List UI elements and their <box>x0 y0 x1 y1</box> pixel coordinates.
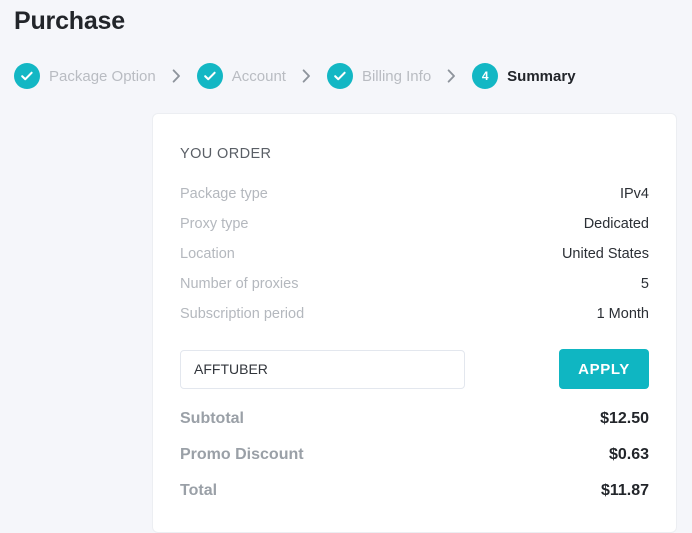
order-label: Package type <box>180 186 268 202</box>
chevron-right-icon <box>447 69 456 83</box>
order-label: Subscription period <box>180 306 305 322</box>
order-value: 5 <box>640 276 649 292</box>
order-summary-card: YOU ORDER Package type IPv4 Proxy type D… <box>152 113 677 533</box>
step-label-package-option: Package Option <box>49 67 156 85</box>
order-value: IPv4 <box>619 186 649 202</box>
step-number: 4 <box>481 69 489 83</box>
chevron-right-icon <box>302 69 311 83</box>
total-row-total: Total $11.87 <box>180 473 649 509</box>
step-label-summary: Summary <box>507 67 576 85</box>
order-label: Number of proxies <box>180 276 299 292</box>
order-row-proxy-type: Proxy type Dedicated <box>180 209 649 239</box>
order-summary-heading: YOU ORDER <box>180 146 272 162</box>
total-row-subtotal: Subtotal $12.50 <box>180 401 649 437</box>
total-label: Total <box>180 482 218 499</box>
step-label-account: Account <box>231 67 286 85</box>
order-label: Location <box>180 246 235 262</box>
page-title: Purchase <box>14 7 125 35</box>
order-row-number-of-proxies: Number of proxies 5 <box>180 269 649 299</box>
step-summary[interactable]: 4 Summary <box>472 62 576 90</box>
total-value: $11.87 <box>600 482 649 499</box>
step-account[interactable]: Account <box>196 62 286 90</box>
step-label-billing-info: Billing Info <box>361 67 432 85</box>
step-package-option[interactable]: Package Option <box>14 62 156 90</box>
order-value: 1 Month <box>596 306 649 322</box>
total-value: $12.50 <box>600 410 649 427</box>
total-label: Subtotal <box>180 410 244 427</box>
order-details-list: Package type IPv4 Proxy type Dedicated L… <box>180 179 649 329</box>
check-circle-icon <box>196 63 223 89</box>
order-row-subscription-period: Subscription period 1 Month <box>180 299 649 329</box>
order-row-location: Location United States <box>180 239 649 269</box>
apply-promo-button[interactable]: APPLY <box>559 349 649 389</box>
order-value: United States <box>561 246 649 262</box>
order-label: Proxy type <box>180 216 249 232</box>
total-label: Promo Discount <box>180 446 304 463</box>
purchase-page: Purchase Package Option Account Billing … <box>0 0 692 533</box>
totals-list: Subtotal $12.50 Promo Discount $0.63 Tot… <box>180 401 649 509</box>
promo-code-row: APPLY <box>180 349 649 389</box>
step-billing-info[interactable]: Billing Info <box>326 62 432 90</box>
order-row-package-type: Package type IPv4 <box>180 179 649 209</box>
order-value: Dedicated <box>583 216 649 232</box>
check-circle-icon <box>326 63 353 89</box>
promo-code-input[interactable] <box>180 349 465 389</box>
step-number-badge: 4 <box>472 63 499 89</box>
checkout-stepper: Package Option Account Billing Info 4 Su… <box>14 62 576 90</box>
check-circle-icon <box>14 63 40 89</box>
chevron-right-icon <box>172 69 181 83</box>
total-value: $0.63 <box>608 446 649 463</box>
total-row-promo-discount: Promo Discount $0.63 <box>180 437 649 473</box>
